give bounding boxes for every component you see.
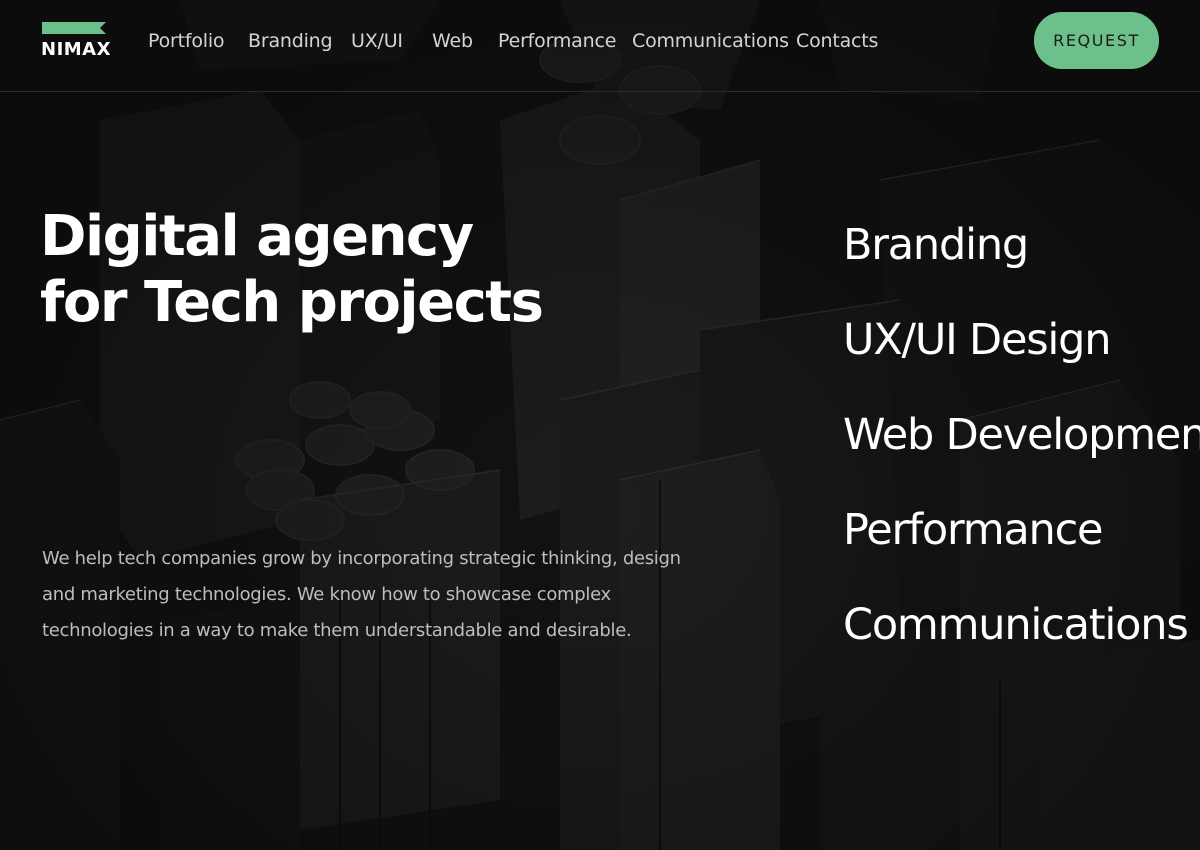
nav-item-communications[interactable]: Communications [632, 30, 789, 52]
logo[interactable]: NIMAX [40, 20, 110, 62]
nav-item-performance[interactable]: Performance [498, 30, 616, 52]
service-ux-ui-design[interactable]: UX/UI Design [843, 310, 1200, 405]
request-button[interactable]: REQUEST [1034, 12, 1159, 69]
service-branding[interactable]: Branding [843, 215, 1200, 310]
service-performance[interactable]: Performance [843, 500, 1200, 595]
hero-title-line-2: for Tech projects [40, 270, 544, 335]
nav-item-web[interactable]: Web [432, 30, 473, 52]
services-list: Branding UX/UI Design Web Development Pe… [843, 215, 1200, 690]
nav-item-branding[interactable]: Branding [248, 30, 333, 52]
hero-title: Digital agency for Tech projects [40, 204, 560, 336]
site-header: NIMAX Portfolio Branding UX/UI Web Perfo… [0, 0, 1200, 92]
nav-item-ux-ui[interactable]: UX/UI [351, 30, 403, 52]
hero-title-line-1: Digital agency [40, 204, 474, 269]
service-web-development[interactable]: Web Development [843, 405, 1200, 500]
service-communications[interactable]: Communications [843, 595, 1200, 690]
logo-flag-icon [42, 22, 106, 34]
nav-item-contacts[interactable]: Contacts [796, 30, 878, 52]
logo-text: NIMAX [41, 39, 111, 60]
hero-description: We help tech companies grow by incorpora… [42, 548, 681, 641]
nav-item-portfolio[interactable]: Portfolio [148, 30, 225, 52]
